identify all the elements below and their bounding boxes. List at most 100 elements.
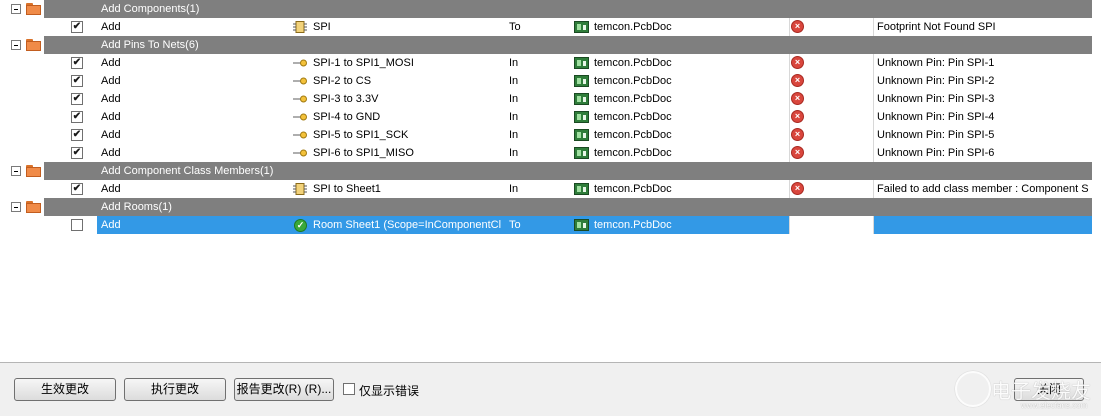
enable-checkbox[interactable]: ✔ [71,75,83,87]
change-row[interactable]: ✔ Add SPI-5 to SPI1_SCK In temcon.PcbDoc × Unk… [0,126,1101,144]
group-header-row[interactable]: Add Rooms(1) [0,198,1101,216]
error-status-icon: × [791,128,804,141]
only-show-errors-checkbox[interactable] [343,383,355,395]
engineering-change-order-grid: Add Components(1) ✔ Add SPI To temcon.PcbDoc ×… [0,0,1101,362]
column-divider [873,72,874,90]
change-row[interactable]: Add ✓ Room Sheet1 (Scope=InComponentCl To te… [0,216,1101,234]
column-divider [873,108,874,126]
folder-body [26,167,41,177]
collapse-toggle-icon[interactable] [11,166,21,176]
affected-object-cell: SPI-3 to 3.3V [313,93,379,105]
action-cell: Add [101,75,121,87]
direction-cell: In [509,75,519,87]
affected-object-cell: SPI-6 to SPI1_MISO [313,147,414,159]
direction-cell: In [509,147,519,159]
action-cell: Add [101,111,121,123]
folder-icon [26,201,41,213]
column-divider [873,18,874,36]
message-cell: Footprint Not Found SPI [877,21,996,33]
column-divider [873,180,874,198]
footer-bar: 生效更改 执行更改 报告更改(R) (R)... 仅显示错误 关闭 电子发烧友 … [0,362,1101,416]
change-row[interactable]: ✔ Add SPI-4 to GND In temcon.PcbDoc × Unknown … [0,108,1101,126]
group-title: Add Rooms(1) [101,201,172,213]
error-status-icon: × [791,92,804,105]
direction-cell: In [509,183,519,195]
column-divider [789,180,790,198]
pin-icon [293,131,307,139]
column-divider [789,54,790,72]
direction-cell: To [509,21,521,33]
column-divider [873,54,874,72]
message-cell: Unknown Pin: Pin SPI-1 [877,57,995,69]
selection-highlight [874,216,1092,234]
direction-cell: To [509,219,521,231]
enable-checkbox[interactable]: ✔ [71,21,83,33]
pcb-document-icon [574,93,589,105]
group-header-row[interactable]: Add Component Class Members(1) [0,162,1101,180]
collapse-toggle-icon[interactable] [11,40,21,50]
action-cell: Add [101,21,121,33]
direction-cell: In [509,93,519,105]
affected-object-cell: SPI [313,21,331,33]
enable-checkbox[interactable]: ✔ [71,93,83,105]
watermark-text: 电子发烧友 [991,379,1091,403]
change-row[interactable]: ✔ Add SPI-3 to 3.3V In temcon.PcbDoc × Unknown… [0,90,1101,108]
message-cell: Unknown Pin: Pin SPI-6 [877,147,995,159]
error-status-icon: × [791,74,804,87]
enable-checkbox[interactable] [71,219,83,231]
change-row[interactable]: ✔ Add SPI To temcon.PcbDoc × Footprint Not Fou… [0,18,1101,36]
action-cell: Add [101,129,121,141]
change-row[interactable]: ✔ Add SPI-6 to SPI1_MISO In temcon.PcbDoc × Un… [0,144,1101,162]
enable-checkbox[interactable]: ✔ [71,111,83,123]
report-changes-button[interactable]: 报告更改(R) (R)... [234,378,334,401]
group-band [44,36,1092,54]
group-header-row[interactable]: Add Components(1) [0,0,1101,18]
enable-checkbox[interactable]: ✔ [71,183,83,195]
column-divider [789,18,790,36]
pcb-document-icon [574,129,589,141]
error-status-icon: × [791,146,804,159]
affected-object-cell: SPI-5 to SPI1_SCK [313,129,409,141]
direction-cell: In [509,129,519,141]
check-ok-icon: ✓ [294,219,307,232]
change-row[interactable]: ✔ Add SPI-2 to CS In temcon.PcbDoc × Unknown P… [0,72,1101,90]
enable-checkbox[interactable]: ✔ [71,147,83,159]
group-title: Add Components(1) [101,3,200,15]
affected-document-cell: temcon.PcbDoc [594,21,672,33]
collapse-toggle-icon[interactable] [11,4,21,14]
watermark-url: www.elecfans.com [1021,401,1088,410]
affected-document-cell: temcon.PcbDoc [594,183,672,195]
pcb-document-icon [574,219,589,231]
enable-checkbox[interactable]: ✔ [71,57,83,69]
component-icon [293,183,307,195]
error-status-icon: × [791,110,804,123]
direction-cell: In [509,57,519,69]
affected-object-cell: SPI-1 to SPI1_MOSI [313,57,414,69]
collapse-toggle-icon[interactable] [11,202,21,212]
change-row[interactable]: ✔ Add SPI-1 to SPI1_MOSI In temcon.PcbDoc × Un… [0,54,1101,72]
error-status-icon: × [791,182,804,195]
pin-icon [293,77,307,85]
direction-cell: In [509,111,519,123]
pcb-document-icon [574,21,589,33]
column-divider [789,216,790,234]
group-header-row[interactable]: Add Pins To Nets(6) [0,36,1101,54]
pcb-document-icon [574,183,589,195]
column-divider [873,216,874,234]
enable-checkbox[interactable]: ✔ [71,129,83,141]
action-cell: Add [101,147,121,159]
pin-icon [293,95,307,103]
change-row[interactable]: ✔ Add SPI to Sheet1 In temcon.PcbDoc × Failed … [0,180,1101,198]
error-status-icon: × [791,20,804,33]
action-cell: Add [101,93,121,105]
execute-changes-button[interactable]: 执行更改 [124,378,226,401]
validate-changes-button[interactable]: 生效更改 [14,378,116,401]
message-cell: Unknown Pin: Pin SPI-4 [877,111,995,123]
group-title: Add Pins To Nets(6) [101,39,199,51]
column-divider [789,144,790,162]
message-cell: Failed to add class member : Component S [877,183,1089,195]
affected-object-cell: Room Sheet1 (Scope=InComponentCl [313,219,502,231]
folder-body [26,5,41,15]
pin-icon [293,149,307,157]
affected-document-cell: temcon.PcbDoc [594,93,672,105]
